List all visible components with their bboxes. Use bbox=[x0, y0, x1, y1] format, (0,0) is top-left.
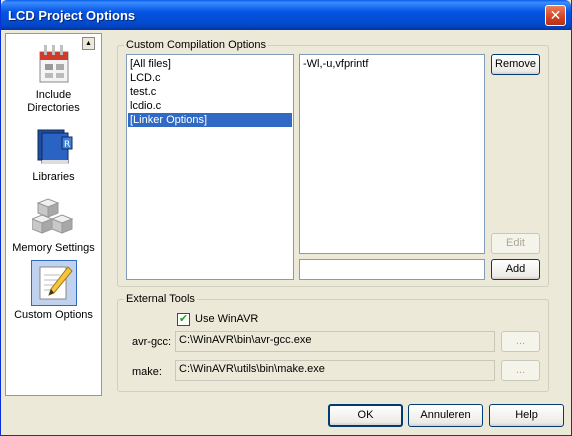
sidebar-item-label: Custom Options bbox=[14, 309, 93, 321]
sidebar-item-label: Memory Settings bbox=[12, 242, 95, 254]
new-option-input[interactable] bbox=[299, 259, 485, 280]
sidebar-item-custom-options[interactable]: Custom Options bbox=[6, 260, 101, 322]
ok-button[interactable]: OK bbox=[328, 404, 403, 427]
edit-button[interactable]: Edit bbox=[491, 233, 540, 254]
close-icon: ✕ bbox=[549, 7, 562, 23]
remove-button[interactable]: Remove bbox=[491, 54, 540, 75]
make-label: make: bbox=[132, 366, 162, 378]
cancel-button[interactable]: Annuleren bbox=[408, 404, 483, 427]
window-title: LCD Project Options bbox=[8, 8, 136, 23]
project-options-dialog: LCD Project Options ✕ ▲ Include Directori… bbox=[0, 0, 572, 436]
list-item[interactable]: test.c bbox=[128, 85, 292, 99]
add-button[interactable]: Add bbox=[491, 259, 540, 280]
group-label: Custom Compilation Options bbox=[124, 39, 269, 52]
make-path-field[interactable]: C:\WinAVR\utils\bin\make.exe bbox=[175, 360, 495, 381]
checkmark-icon: ✔ bbox=[178, 313, 189, 325]
list-item[interactable]: lcdio.c bbox=[128, 99, 292, 113]
sidebar-item-label: Directories bbox=[27, 102, 80, 114]
include-directories-icon bbox=[32, 42, 76, 86]
group-label: External Tools bbox=[124, 293, 197, 306]
close-button[interactable]: ✕ bbox=[545, 5, 566, 26]
title-bar[interactable]: LCD Project Options ✕ bbox=[1, 0, 571, 30]
browse-avr-gcc-button[interactable]: ... bbox=[501, 331, 540, 352]
category-sidebar: ▲ Include Directories R Libraries Memory… bbox=[5, 33, 102, 396]
sidebar-item-memory-settings[interactable]: Memory Settings bbox=[6, 195, 101, 255]
options-list[interactable]: -Wl,-u,vfprintf bbox=[299, 54, 485, 254]
custom-options-icon bbox=[30, 260, 77, 306]
browse-make-button[interactable]: ... bbox=[501, 360, 540, 381]
sidebar-item-libraries[interactable]: R Libraries bbox=[6, 124, 101, 184]
list-item[interactable]: -Wl,-u,vfprintf bbox=[301, 57, 483, 71]
sidebar-item-label: Include bbox=[35, 89, 72, 101]
sidebar-item-label: Libraries bbox=[32, 171, 75, 183]
make-path: C:\WinAVR\utils\bin\make.exe bbox=[179, 363, 325, 375]
avr-gcc-label: avr-gcc: bbox=[132, 336, 172, 348]
help-button[interactable]: Help bbox=[489, 404, 564, 427]
list-item[interactable]: [All files] bbox=[128, 57, 292, 71]
memory-settings-icon bbox=[30, 195, 76, 239]
file-list[interactable]: [All files] LCD.c test.c lcdio.c [Linker… bbox=[126, 54, 294, 280]
sidebar-item-include-directories[interactable]: Include Directories bbox=[6, 42, 101, 115]
list-item[interactable]: LCD.c bbox=[128, 71, 292, 85]
use-winavr-label[interactable]: Use WinAVR bbox=[195, 313, 258, 325]
use-winavr-checkbox[interactable]: ✔ bbox=[177, 313, 190, 326]
avr-gcc-path-field[interactable]: C:\WinAVR\bin\avr-gcc.exe bbox=[175, 331, 495, 352]
avr-gcc-path: C:\WinAVR\bin\avr-gcc.exe bbox=[179, 334, 312, 346]
libraries-icon: R bbox=[32, 124, 76, 168]
svg-text:R: R bbox=[64, 140, 70, 150]
list-item[interactable]: [Linker Options] bbox=[127, 112, 293, 128]
